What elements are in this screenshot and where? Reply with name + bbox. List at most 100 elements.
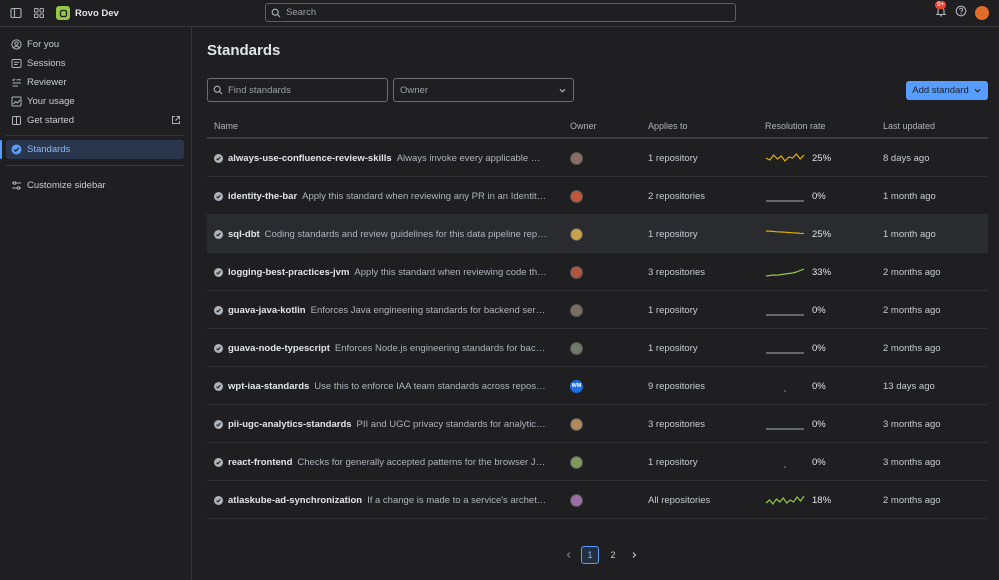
standard-name[interactable]: identity-the-bar bbox=[228, 191, 297, 202]
sparkline-point bbox=[784, 390, 786, 392]
table-row[interactable]: identity-the-bar Apply this standard whe… bbox=[207, 177, 988, 215]
last-updated-cell: 2 months ago bbox=[883, 266, 941, 278]
resolution-sparkline bbox=[765, 177, 809, 215]
standard-name-cell[interactable]: atlaskube-ad-synchronization If a change… bbox=[214, 481, 547, 519]
standard-name-cell[interactable]: identity-the-bar Apply this standard whe… bbox=[214, 177, 547, 215]
sidebar-item-standards[interactable]: Standards bbox=[0, 140, 184, 159]
resolution-rate: 25% bbox=[812, 152, 832, 164]
check-circle-icon bbox=[214, 191, 223, 201]
sidebar-toggle-icon[interactable] bbox=[9, 6, 23, 20]
table-row[interactable]: sql-dbt Coding standards and review guid… bbox=[207, 215, 988, 253]
search-input[interactable]: Search bbox=[265, 3, 736, 22]
standard-name[interactable]: atlaskube-ad-synchronization bbox=[228, 495, 362, 506]
standard-name[interactable]: react-frontend bbox=[228, 457, 292, 468]
standard-description: Always invoke every applicable Confl... bbox=[396, 152, 547, 164]
sidebar-item-your-usage[interactable]: Your usage bbox=[6, 92, 184, 111]
owner-cell bbox=[570, 481, 590, 519]
standard-description: Checks for generally accepted patterns f… bbox=[297, 456, 547, 468]
resolution-rate: 33% bbox=[812, 266, 832, 278]
column-name[interactable]: Name bbox=[214, 121, 238, 131]
standard-name[interactable]: wpt-iaa-standards bbox=[228, 381, 309, 392]
last-updated-cell: 1 month ago bbox=[883, 190, 936, 202]
sidebar-item-label: Customize sidebar bbox=[27, 180, 106, 191]
owner-avatar bbox=[570, 417, 583, 431]
last-updated-cell: 2 months ago bbox=[883, 494, 941, 506]
chevron-down-icon bbox=[559, 88, 566, 93]
notification-badge: 9+ bbox=[935, 1, 947, 9]
page-2-button[interactable]: 2 bbox=[604, 546, 622, 564]
notifications-button[interactable]: 9+ bbox=[935, 1, 947, 20]
app-logo[interactable]: Rovo Dev bbox=[56, 6, 119, 20]
resolution-rate: 25% bbox=[812, 228, 832, 240]
book-icon bbox=[10, 115, 22, 127]
resolution-rate: 0% bbox=[812, 418, 826, 430]
sidebar-item-reviewer[interactable]: Reviewer bbox=[6, 73, 184, 92]
table-row[interactable]: logging-best-practices-jvm Apply this st… bbox=[207, 253, 988, 291]
applies-to-cell: 2 repositories bbox=[648, 190, 706, 202]
standard-name-cell[interactable]: guava-java-kotlin Enforces Java engineer… bbox=[214, 291, 547, 329]
app-switcher-icon[interactable] bbox=[32, 6, 46, 20]
standard-name-cell[interactable]: always-use-confluence-review-skills Alwa… bbox=[214, 139, 547, 177]
table-row[interactable]: guava-java-kotlin Enforces Java engineer… bbox=[207, 291, 988, 329]
resolution-sparkline bbox=[765, 405, 809, 443]
prev-page-button[interactable] bbox=[562, 546, 576, 564]
profile-avatar[interactable] bbox=[975, 5, 989, 20]
column-owner[interactable]: Owner bbox=[570, 121, 597, 131]
check-circle-icon bbox=[214, 343, 223, 353]
applies-to-cell: All repositories bbox=[648, 494, 711, 506]
table-row[interactable]: pii-ugc-analytics-standards PII and UGC … bbox=[207, 405, 988, 443]
standard-name-cell[interactable]: wpt-iaa-standards Use this to enforce IA… bbox=[214, 367, 547, 405]
owner-cell bbox=[570, 443, 590, 481]
applies-to-cell: 3 repositories bbox=[648, 418, 706, 430]
table-row[interactable]: always-use-confluence-review-skills Alwa… bbox=[207, 139, 988, 177]
next-page-button[interactable] bbox=[627, 546, 641, 564]
owner-cell bbox=[570, 177, 590, 215]
standard-name[interactable]: pii-ugc-analytics-standards bbox=[228, 419, 352, 430]
applies-to-cell: 1 repository bbox=[648, 456, 698, 468]
standard-name-cell[interactable]: pii-ugc-analytics-standards PII and UGC … bbox=[214, 405, 547, 443]
last-updated-cell: 1 month ago bbox=[883, 228, 936, 240]
find-standards-input[interactable]: Find standards bbox=[207, 78, 388, 102]
standard-name[interactable]: guava-java-kotlin bbox=[228, 305, 306, 316]
owner-select[interactable]: Owner bbox=[393, 78, 574, 102]
sidebar-item-label: Get started bbox=[27, 115, 74, 126]
standard-name-cell[interactable]: guava-node-typescript Enforces Node.js e… bbox=[214, 329, 547, 367]
standard-name[interactable]: always-use-confluence-review-skills bbox=[228, 153, 392, 164]
standard-description: Enforces Java engineering standards for … bbox=[310, 304, 547, 316]
page-1-button[interactable]: 1 bbox=[581, 546, 599, 564]
table-row[interactable]: react-frontend Checks for generally acce… bbox=[207, 443, 988, 481]
column-last-updated[interactable]: Last updated bbox=[883, 121, 935, 131]
sessions-icon bbox=[10, 58, 22, 70]
standard-name-cell[interactable]: react-frontend Checks for generally acce… bbox=[214, 443, 547, 481]
applies-to-cell: 1 repository bbox=[648, 342, 698, 354]
sidebar-divider bbox=[6, 165, 184, 166]
check-circle-icon bbox=[214, 267, 223, 277]
standard-name-cell[interactable]: logging-best-practices-jvm Apply this st… bbox=[214, 253, 547, 291]
sidebar-item-get-started[interactable]: Get started bbox=[6, 111, 184, 130]
customize-sidebar-button[interactable]: Customize sidebar bbox=[6, 176, 184, 195]
check-circle-icon bbox=[214, 495, 223, 505]
table-row[interactable]: guava-node-typescript Enforces Node.js e… bbox=[207, 329, 988, 367]
owner-avatar bbox=[570, 341, 583, 355]
sidebar-item-for-you[interactable]: For you bbox=[6, 35, 184, 54]
table-row[interactable]: wpt-iaa-standards Use this to enforce IA… bbox=[207, 367, 988, 405]
sidebar-divider bbox=[6, 135, 184, 136]
page-title: Standards bbox=[207, 42, 281, 59]
column-resolution-rate[interactable]: Resolution rate bbox=[765, 121, 826, 131]
column-applies-to[interactable]: Applies to bbox=[648, 121, 688, 131]
applies-to-cell: 9 repositories bbox=[648, 380, 706, 392]
owner-avatar bbox=[570, 303, 583, 317]
add-standard-button[interactable]: Add standard bbox=[906, 81, 988, 100]
table-row[interactable]: atlaskube-ad-synchronization If a change… bbox=[207, 481, 988, 519]
last-updated-cell: 2 months ago bbox=[883, 304, 941, 316]
standard-name-cell[interactable]: sql-dbt Coding standards and review guid… bbox=[214, 215, 547, 253]
chart-line-icon bbox=[10, 96, 22, 108]
standard-name[interactable]: sql-dbt bbox=[228, 229, 260, 240]
standard-name[interactable]: guava-node-typescript bbox=[228, 343, 330, 354]
pagination: 1 2 bbox=[562, 546, 641, 564]
help-icon[interactable] bbox=[955, 5, 967, 20]
standard-name[interactable]: logging-best-practices-jvm bbox=[228, 267, 349, 278]
sidebar-item-sessions[interactable]: Sessions bbox=[6, 54, 184, 73]
top-bar: Rovo Dev Search 9+ bbox=[0, 0, 999, 27]
sidebar-item-label: Standards bbox=[27, 144, 71, 155]
